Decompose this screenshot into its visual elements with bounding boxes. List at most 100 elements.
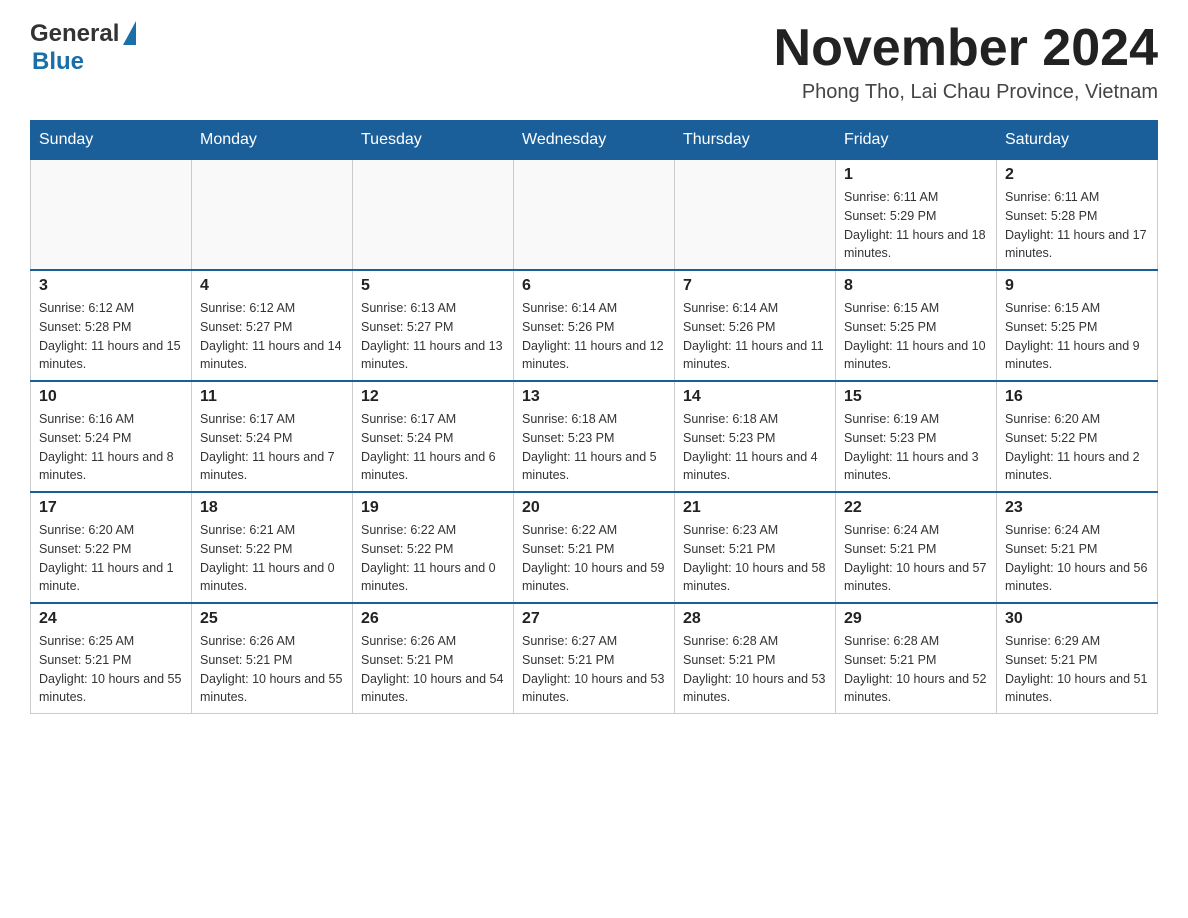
table-row: 8 Sunrise: 6:15 AMSunset: 5:25 PMDaylight… [836,270,997,381]
day-info: Sunrise: 6:21 AMSunset: 5:22 PMDaylight:… [200,521,344,596]
day-number: 6 [522,277,666,295]
day-number: 25 [200,610,344,628]
day-info: Sunrise: 6:18 AMSunset: 5:23 PMDaylight:… [522,410,666,485]
table-row: 9 Sunrise: 6:15 AMSunset: 5:25 PMDaylight… [997,270,1158,381]
day-info: Sunrise: 6:26 AMSunset: 5:21 PMDaylight:… [361,632,505,707]
table-row [675,160,836,271]
table-row: 28 Sunrise: 6:28 AMSunset: 5:21 PMDayligh… [675,603,836,714]
col-tuesday: Tuesday [353,121,514,160]
week-row-4: 17 Sunrise: 6:20 AMSunset: 5:22 PMDayligh… [31,492,1158,603]
day-number: 24 [39,610,183,628]
col-thursday: Thursday [675,121,836,160]
table-row: 1 Sunrise: 6:11 AMSunset: 5:29 PMDaylight… [836,160,997,271]
page-header: General Blue November 2024 Phong Tho, La… [30,20,1158,104]
day-number: 20 [522,499,666,517]
day-number: 11 [200,388,344,406]
day-info: Sunrise: 6:22 AMSunset: 5:22 PMDaylight:… [361,521,505,596]
day-number: 21 [683,499,827,517]
day-number: 4 [200,277,344,295]
logo-triangle-icon [123,21,136,45]
day-number: 19 [361,499,505,517]
table-row: 19 Sunrise: 6:22 AMSunset: 5:22 PMDayligh… [353,492,514,603]
table-row: 6 Sunrise: 6:14 AMSunset: 5:26 PMDaylight… [514,270,675,381]
day-info: Sunrise: 6:20 AMSunset: 5:22 PMDaylight:… [1005,410,1149,485]
table-row: 26 Sunrise: 6:26 AMSunset: 5:21 PMDayligh… [353,603,514,714]
table-row: 20 Sunrise: 6:22 AMSunset: 5:21 PMDayligh… [514,492,675,603]
month-title: November 2024 [774,20,1158,77]
logo: General Blue [30,20,136,76]
day-info: Sunrise: 6:14 AMSunset: 5:26 PMDaylight:… [683,299,827,374]
col-monday: Monday [192,121,353,160]
day-info: Sunrise: 6:27 AMSunset: 5:21 PMDaylight:… [522,632,666,707]
day-info: Sunrise: 6:16 AMSunset: 5:24 PMDaylight:… [39,410,183,485]
day-number: 5 [361,277,505,295]
day-info: Sunrise: 6:22 AMSunset: 5:21 PMDaylight:… [522,521,666,596]
day-info: Sunrise: 6:18 AMSunset: 5:23 PMDaylight:… [683,410,827,485]
table-row: 4 Sunrise: 6:12 AMSunset: 5:27 PMDaylight… [192,270,353,381]
day-info: Sunrise: 6:20 AMSunset: 5:22 PMDaylight:… [39,521,183,596]
location-title: Phong Tho, Lai Chau Province, Vietnam [774,81,1158,104]
table-row: 15Sunrise: 6:19 AMSunset: 5:23 PMDayligh… [836,381,997,492]
table-row [192,160,353,271]
table-row [31,160,192,271]
table-row: 27 Sunrise: 6:27 AMSunset: 5:21 PMDayligh… [514,603,675,714]
table-row: 21 Sunrise: 6:23 AMSunset: 5:21 PMDayligh… [675,492,836,603]
day-number: 16 [1005,388,1149,406]
week-row-2: 3Sunrise: 6:12 AMSunset: 5:28 PMDaylight… [31,270,1158,381]
logo-general-text: General [30,20,119,48]
day-info: Sunrise: 6:25 AMSunset: 5:21 PMDaylight:… [39,632,183,707]
table-row [514,160,675,271]
col-sunday: Sunday [31,121,192,160]
day-info: Sunrise: 6:17 AMSunset: 5:24 PMDaylight:… [200,410,344,485]
calendar-header-row: Sunday Monday Tuesday Wednesday Thursday… [31,121,1158,160]
day-number: 22 [844,499,988,517]
table-row [353,160,514,271]
table-row: 2Sunrise: 6:11 AMSunset: 5:28 PMDaylight… [997,160,1158,271]
day-number: 26 [361,610,505,628]
table-row: 12 Sunrise: 6:17 AMSunset: 5:24 PMDayligh… [353,381,514,492]
table-row: 5 Sunrise: 6:13 AMSunset: 5:27 PMDaylight… [353,270,514,381]
table-row: 18 Sunrise: 6:21 AMSunset: 5:22 PMDayligh… [192,492,353,603]
col-saturday: Saturday [997,121,1158,160]
day-number: 30 [1005,610,1149,628]
calendar-table: Sunday Monday Tuesday Wednesday Thursday… [30,120,1158,714]
table-row: 16 Sunrise: 6:20 AMSunset: 5:22 PMDayligh… [997,381,1158,492]
day-info: Sunrise: 6:28 AMSunset: 5:21 PMDaylight:… [683,632,827,707]
day-number: 2 [1005,166,1149,184]
day-info: Sunrise: 6:12 AMSunset: 5:27 PMDaylight:… [200,299,344,374]
day-info: Sunrise: 6:13 AMSunset: 5:27 PMDaylight:… [361,299,505,374]
table-row: 10Sunrise: 6:16 AMSunset: 5:24 PMDayligh… [31,381,192,492]
table-row: 14Sunrise: 6:18 AMSunset: 5:23 PMDayligh… [675,381,836,492]
day-info: Sunrise: 6:28 AMSunset: 5:21 PMDaylight:… [844,632,988,707]
day-number: 1 [844,166,988,184]
day-number: 12 [361,388,505,406]
table-row: 30 Sunrise: 6:29 AMSunset: 5:21 PMDayligh… [997,603,1158,714]
day-info: Sunrise: 6:11 AMSunset: 5:29 PMDaylight:… [844,188,988,263]
table-row: 3Sunrise: 6:12 AMSunset: 5:28 PMDaylight… [31,270,192,381]
day-info: Sunrise: 6:23 AMSunset: 5:21 PMDaylight:… [683,521,827,596]
day-info: Sunrise: 6:15 AMSunset: 5:25 PMDaylight:… [844,299,988,374]
day-number: 17 [39,499,183,517]
day-number: 27 [522,610,666,628]
day-info: Sunrise: 6:24 AMSunset: 5:21 PMDaylight:… [1005,521,1149,596]
table-row: 7Sunrise: 6:14 AMSunset: 5:26 PMDaylight… [675,270,836,381]
day-info: Sunrise: 6:15 AMSunset: 5:25 PMDaylight:… [1005,299,1149,374]
day-number: 15 [844,388,988,406]
day-info: Sunrise: 6:14 AMSunset: 5:26 PMDaylight:… [522,299,666,374]
day-number: 8 [844,277,988,295]
day-number: 18 [200,499,344,517]
day-number: 9 [1005,277,1149,295]
week-row-3: 10Sunrise: 6:16 AMSunset: 5:24 PMDayligh… [31,381,1158,492]
table-row: 25Sunrise: 6:26 AMSunset: 5:21 PMDayligh… [192,603,353,714]
table-row: 17 Sunrise: 6:20 AMSunset: 5:22 PMDayligh… [31,492,192,603]
title-block: November 2024 Phong Tho, Lai Chau Provin… [774,20,1158,104]
col-friday: Friday [836,121,997,160]
day-info: Sunrise: 6:17 AMSunset: 5:24 PMDaylight:… [361,410,505,485]
day-info: Sunrise: 6:29 AMSunset: 5:21 PMDaylight:… [1005,632,1149,707]
table-row: 22Sunrise: 6:24 AMSunset: 5:21 PMDayligh… [836,492,997,603]
day-number: 28 [683,610,827,628]
col-wednesday: Wednesday [514,121,675,160]
week-row-5: 24 Sunrise: 6:25 AMSunset: 5:21 PMDayligh… [31,603,1158,714]
day-number: 23 [1005,499,1149,517]
table-row: 11 Sunrise: 6:17 AMSunset: 5:24 PMDayligh… [192,381,353,492]
